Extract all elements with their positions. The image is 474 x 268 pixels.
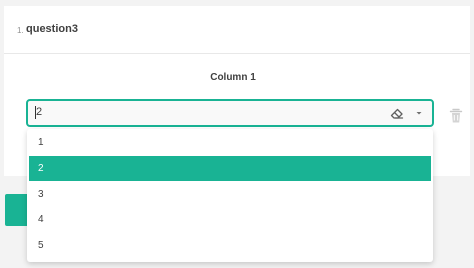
dropdown-option[interactable]: 4: [29, 207, 431, 232]
eraser-icon[interactable]: [389, 105, 405, 121]
dropdown-input[interactable]: 2: [26, 99, 434, 127]
dropdown-value: 2: [36, 106, 43, 118]
dropdown-option[interactable]: 1: [29, 130, 431, 155]
chevron-down-icon[interactable]: [413, 107, 425, 119]
matrix-column-header: Column 1: [210, 72, 256, 83]
dropdown-option[interactable]: 3: [29, 182, 431, 207]
question-header: 1. question3: [4, 6, 470, 54]
question-number: 1.: [17, 26, 24, 35]
dropdown-menu: 1 2 3 4 5: [27, 129, 433, 262]
dropdown-option-selected[interactable]: 2: [29, 156, 431, 181]
dropdown-option[interactable]: 5: [29, 233, 431, 258]
trash-icon[interactable]: [447, 107, 465, 125]
question-title: question3: [26, 23, 78, 35]
